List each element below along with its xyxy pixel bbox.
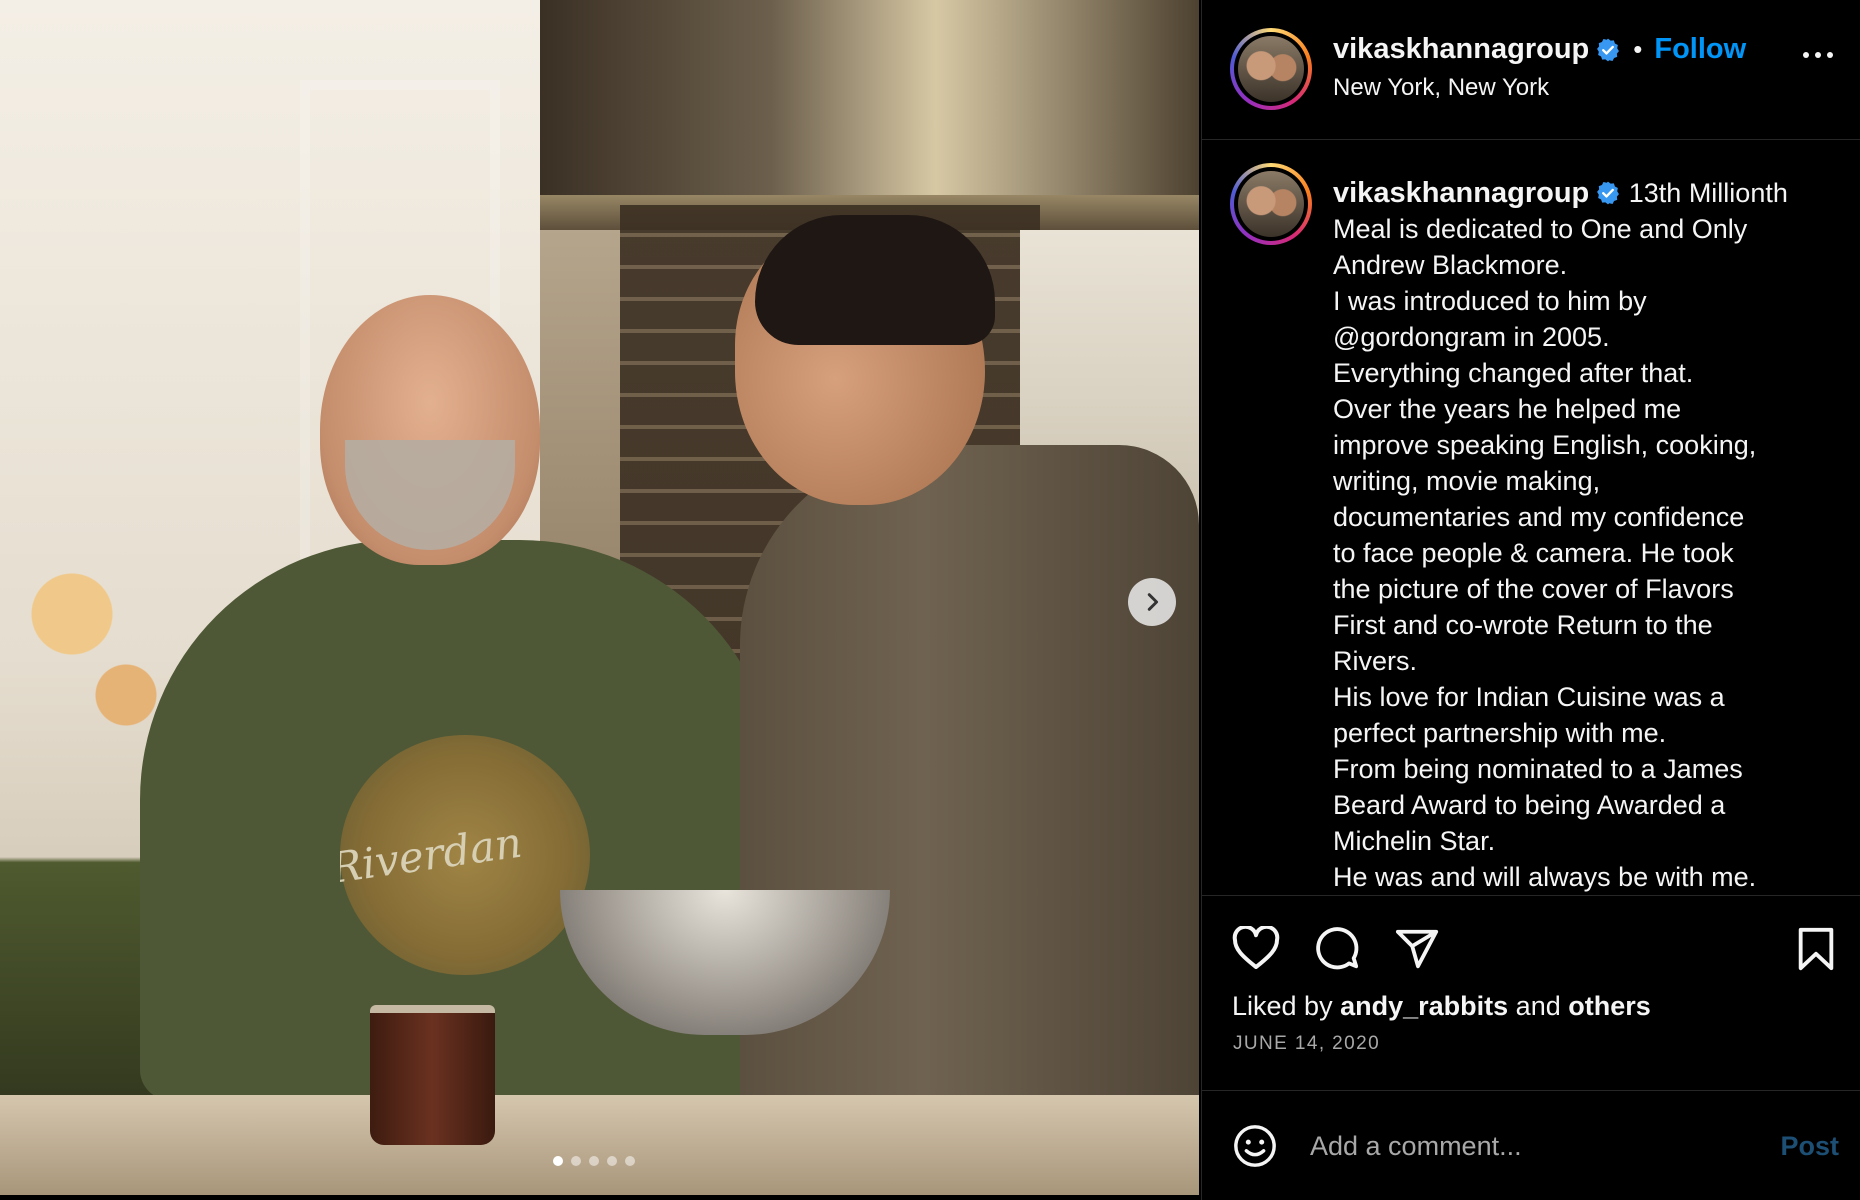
carousel-dot (571, 1156, 581, 1166)
chevron-right-icon (1147, 593, 1159, 611)
avatar[interactable] (1230, 28, 1312, 110)
liked-prefix: Liked by (1232, 991, 1333, 1021)
follow-button[interactable]: Follow (1654, 33, 1746, 66)
comment-bar: Post (1202, 1090, 1860, 1200)
caption-line: documentaries and my confidence (1333, 502, 1745, 532)
carousel-dot (553, 1156, 563, 1166)
liked-others-link[interactable]: others (1568, 991, 1651, 1021)
heart-icon[interactable] (1232, 924, 1280, 975)
caption-line: Michelin Star. (1333, 826, 1496, 856)
photo-cup (370, 1005, 495, 1145)
caption-line: From being nominated to a James (1333, 754, 1743, 784)
photo-range-hood (540, 0, 1199, 200)
comment-input[interactable] (1310, 1121, 1730, 1171)
caption-line: writing, movie making, (1333, 466, 1601, 496)
post-date[interactable]: JUNE 14, 2020 (1233, 1033, 1380, 1055)
avatar-image (1238, 36, 1304, 102)
caption-avatar[interactable] (1230, 163, 1312, 245)
photo-person-right-hair (755, 215, 995, 345)
svg-text:Riverdan: Riverdan (340, 818, 525, 893)
caption-line: Rivers. (1333, 646, 1418, 676)
caption-line: He was and will always be with me. (1333, 862, 1757, 892)
caption-avatar-image (1238, 171, 1304, 237)
caption-area: vikaskhannagroup 13th Millionth Meal is … (1202, 141, 1860, 895)
carousel-dot (625, 1156, 635, 1166)
liked-user-link[interactable]: andy_rabbits (1340, 991, 1508, 1021)
header-username[interactable]: vikaskhannagroup (1333, 33, 1589, 66)
follow-separator: • (1633, 34, 1643, 64)
share-icon[interactable] (1394, 926, 1440, 977)
post-comment-button[interactable]: Post (1780, 1131, 1839, 1162)
likes-summary: Liked by andy_rabbits and others (1232, 991, 1651, 1022)
carousel-dot (589, 1156, 599, 1166)
caption-line: His love for Indian Cuisine was a (1333, 682, 1725, 712)
photo-shirt-logo: Riverdan (326, 735, 590, 975)
post-photo: Riverdan (0, 0, 1199, 1195)
caption-mention-line[interactable]: @gordongram in 2005. (1333, 319, 1833, 355)
caption-line: Meal is dedicated to One and Only (1333, 214, 1748, 244)
caption-line: the picture of the cover of Flavors (1333, 574, 1734, 604)
caption-line: Over the years he helped me (1333, 394, 1682, 424)
caption-line: 13th Millionth (1628, 178, 1788, 208)
photo-shirt-logo-text: Riverdan (326, 818, 525, 893)
comment-icon[interactable] (1314, 926, 1360, 977)
caption-line: I was introduced to him by (1333, 286, 1647, 316)
caption-line: improve speaking English, cooking, (1333, 430, 1757, 460)
bookmark-icon[interactable] (1796, 926, 1836, 977)
post-location[interactable]: New York, New York (1333, 74, 1746, 102)
photo-counter (0, 1095, 1199, 1195)
carousel-next-button[interactable] (1128, 578, 1176, 626)
caption-username[interactable]: vikaskhannagroup (1333, 177, 1589, 209)
verified-badge-icon (1595, 37, 1621, 63)
caption: vikaskhannagroup 13th Millionth Meal is … (1333, 175, 1833, 895)
carousel-dots (553, 1156, 635, 1166)
caption-line: Andrew Blackmore. (1333, 250, 1568, 280)
caption-line: Beard Award to being Awarded a (1333, 790, 1726, 820)
caption-line: Everything changed after that. (1333, 358, 1694, 388)
caption-line: to face people & camera. He took (1333, 538, 1734, 568)
carousel-dot (607, 1156, 617, 1166)
caption-line: perfect partnership with me. (1333, 718, 1667, 748)
post-header: vikaskhannagroup • Follow New York, New … (1202, 0, 1860, 140)
caption-line: First and co-wrote Return to the (1333, 610, 1713, 640)
verified-badge-icon (1595, 180, 1621, 206)
post-actions: Liked by andy_rabbits and others JUNE 14… (1202, 895, 1860, 1090)
post-sidebar: vikaskhannagroup • Follow New York, New … (1201, 0, 1860, 1200)
photo-person-right-body (740, 445, 1199, 1195)
liked-and: and (1515, 991, 1561, 1021)
emoji-icon[interactable] (1232, 1123, 1278, 1174)
more-options-icon[interactable] (1803, 52, 1833, 58)
